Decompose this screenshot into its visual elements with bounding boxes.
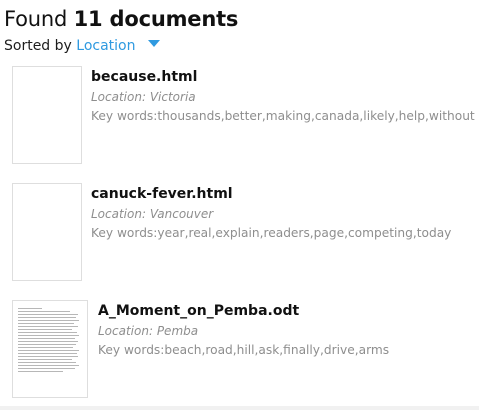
document-result[interactable]: A_Moment_on_Pemba.odt Location: Pemba Ke… [0,300,479,418]
document-location: Location: Vancouver [91,207,214,221]
document-location: Location: Victoria [91,90,196,104]
document-info: A_Moment_on_Pemba.odt Location: Pemba Ke… [98,302,389,358]
document-keywords: Key words:year,real,explain,readers,page… [91,226,452,240]
sort-value-dropdown[interactable]: Location [76,38,135,54]
document-title-link[interactable]: canuck-fever.html [91,185,451,203]
chevron-down-icon[interactable] [147,40,160,47]
sort-control[interactable]: Sorted by Location [4,37,160,55]
document-location: Location: Pemba [98,324,199,338]
document-result[interactable]: canuck-fever.html Location: Vancouver Ke… [0,183,479,301]
list-divider [0,406,479,410]
document-thumbnail[interactable] [12,66,82,164]
document-thumbnail[interactable] [12,300,88,398]
document-result[interactable]: because.html Location: Victoria Key word… [0,66,479,184]
document-info: canuck-fever.html Location: Vancouver Ke… [91,185,451,241]
results-header: Found 11 documents [4,6,238,32]
document-count: 11 documents [73,7,239,31]
document-title-link[interactable]: A_Moment_on_Pemba.odt [98,302,389,320]
document-preview-lines [18,308,82,374]
document-info: because.html Location: Victoria Key word… [91,68,475,124]
document-keywords: Key words:thousands,better,making,canada… [91,109,475,123]
sort-label: Sorted by [4,38,72,54]
document-thumbnail[interactable] [12,183,82,281]
found-label: Found [4,7,68,31]
document-title-link[interactable]: because.html [91,68,475,86]
document-keywords: Key words:beach,road,hill,ask,finally,dr… [98,343,390,357]
